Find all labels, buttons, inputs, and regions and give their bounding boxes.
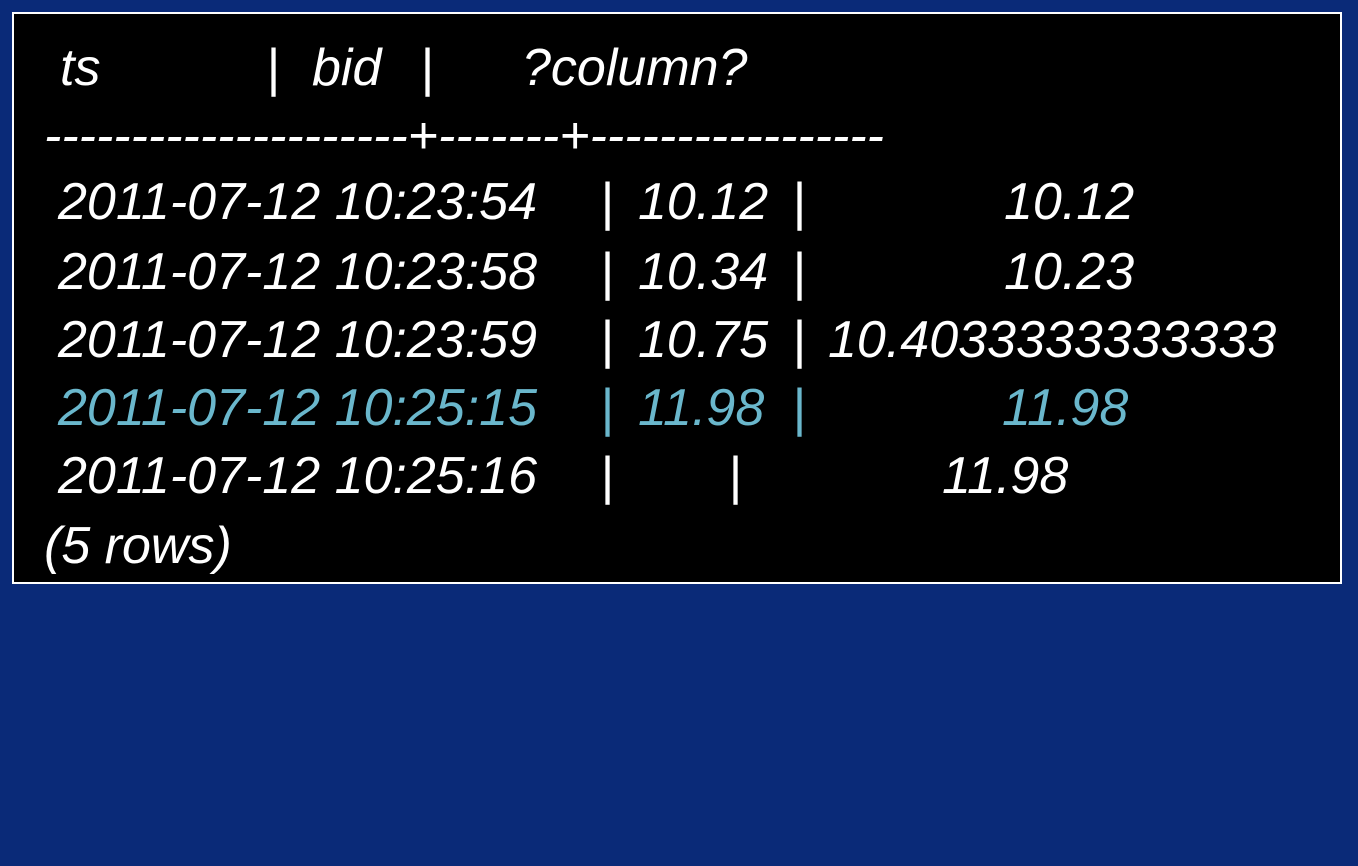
cell-value: 10.12 — [1004, 173, 1135, 231]
terminal-output: ts | bid | ?column? --------------------… — [12, 12, 1342, 584]
header-separator: | — [266, 39, 280, 97]
header-column: ?column? — [522, 39, 748, 97]
cell-value: 11.98 — [942, 447, 1069, 505]
cell-bid: 10.34 — [638, 243, 769, 301]
divider-line: ---------------------+-------+----------… — [44, 107, 884, 165]
cell-ts: 2011-07-12 10:23:54 — [58, 173, 537, 231]
header-bid: bid — [312, 39, 382, 97]
cell-separator: | — [600, 447, 614, 505]
cell-ts: 2011-07-12 10:25:15 — [58, 379, 537, 437]
cell-separator: | — [792, 311, 806, 369]
cell-bid: 10.12 — [638, 173, 769, 231]
cell-value: 10.4033333333333 — [828, 311, 1277, 369]
cell-ts: 2011-07-12 10:23:59 — [58, 311, 537, 369]
cell-value: 11.98 — [1002, 379, 1129, 437]
cell-ts: 2011-07-12 10:23:58 — [58, 243, 537, 301]
row-count: (5 rows) — [44, 517, 232, 575]
cell-separator: | — [600, 311, 614, 369]
cell-separator: | — [792, 379, 806, 437]
cell-separator: | — [600, 243, 614, 301]
cell-separator: | — [600, 379, 614, 437]
cell-value: 10.23 — [1004, 243, 1135, 301]
header-ts: ts — [60, 39, 101, 97]
cell-bid: 11.98 — [638, 379, 765, 437]
cell-bid: 10.75 — [638, 311, 769, 369]
table-row: 2011-07-12 10:25:16 | | 11.98 — [14, 446, 1068, 866]
cell-separator: | — [728, 447, 742, 505]
header-separator: | — [420, 39, 434, 97]
cell-separator: | — [600, 173, 614, 231]
cell-separator: | — [792, 173, 806, 231]
cell-separator: | — [792, 243, 806, 301]
cell-ts: 2011-07-12 10:25:16 — [58, 447, 537, 505]
